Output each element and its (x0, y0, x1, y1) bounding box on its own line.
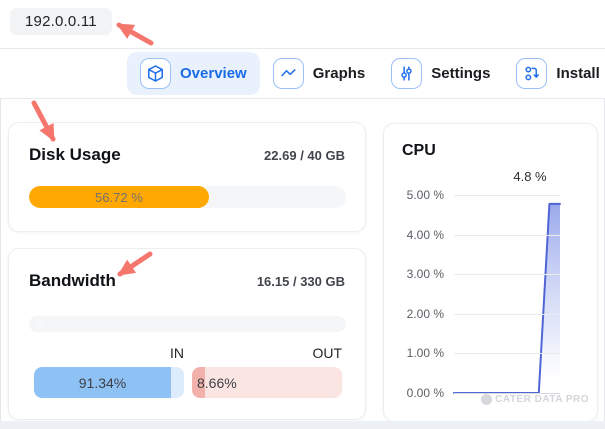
tab-overview[interactable]: Overview (127, 52, 260, 95)
bandwidth-track-label: 0 (29, 318, 43, 330)
cpu-gridline (454, 314, 560, 315)
cube-icon (140, 58, 171, 89)
bandwidth-total-track: 0 (29, 316, 346, 332)
cpu-ytick: 4.00 % (384, 228, 444, 242)
header: 192.0.0.11 (0, 0, 605, 49)
cpu-gridline (454, 353, 560, 354)
bandwidth-out-label: OUT (192, 345, 342, 361)
cpu-gridline (454, 195, 560, 196)
cpu-ytick: 0.00 % (384, 386, 444, 400)
chart-line-icon (273, 58, 304, 89)
bandwidth-out-percent: 8.66% (197, 367, 237, 398)
bandwidth-in-fill: 91.34% (34, 367, 171, 398)
tab-settings[interactable]: Settings (378, 52, 503, 95)
disk-usage-card: Disk Usage 22.69 / 40 GB 56.72 % (8, 122, 366, 232)
cpu-title: CPU (402, 142, 436, 160)
tab-install[interactable]: Install (503, 52, 605, 95)
cpu-card: CPU 4.8 % CATER DATA PRO 5.00 % 4.00 % 3.0… (383, 123, 598, 422)
bandwidth-card: Bandwidth 16.15 / 330 GB 0 IN OUT 91.34%… (8, 248, 366, 420)
bandwidth-in-percent: 91.34% (79, 375, 126, 391)
tab-graphs-label: Graphs (313, 65, 366, 82)
tab-overview-label: Overview (180, 65, 247, 82)
cpu-gridline (454, 235, 560, 236)
cpu-ytick: 1.00 % (384, 346, 444, 360)
watermark: CATER DATA PRO (481, 394, 589, 405)
cpu-gridline (454, 393, 560, 394)
cpu-ytick: 2.00 % (384, 307, 444, 321)
server-dashboard: 192.0.0.11 Overview (0, 0, 605, 429)
cpu-ytick: 5.00 % (384, 188, 444, 202)
bandwidth-out-bar: 8.66% (192, 367, 342, 398)
cpu-gridline (454, 274, 560, 275)
disk-usage-value: 22.69 / 40 GB (264, 148, 345, 163)
watermark-logo-icon (481, 394, 492, 405)
tab-settings-label: Settings (431, 65, 490, 82)
bandwidth-in-bar: 91.34% (34, 367, 184, 398)
page-bottom-strip (0, 421, 605, 429)
disk-progress-track: 56.72 % (29, 186, 346, 208)
tabs: Overview Graphs (127, 52, 605, 95)
sliders-icon (391, 58, 422, 89)
bandwidth-usage-value: 16.15 / 330 GB (257, 274, 345, 289)
server-ip-chip: 192.0.0.11 (10, 8, 112, 35)
disk-progress-fill: 56.72 % (29, 186, 209, 208)
install-icon (516, 58, 547, 89)
cpu-ytick: 3.00 % (384, 267, 444, 281)
cpu-chart (454, 195, 560, 395)
disk-percent-label: 56.72 % (95, 190, 143, 205)
bandwidth-title: Bandwidth (29, 271, 116, 291)
bandwidth-in-label: IN (34, 345, 184, 361)
tab-graphs[interactable]: Graphs (260, 52, 379, 95)
watermark-text: CATER DATA PRO (495, 394, 589, 405)
tab-bar: Overview Graphs (0, 49, 605, 99)
tab-install-label: Install (556, 65, 599, 82)
disk-usage-title: Disk Usage (29, 145, 121, 165)
cpu-current-value: 4.8 % (490, 169, 570, 184)
